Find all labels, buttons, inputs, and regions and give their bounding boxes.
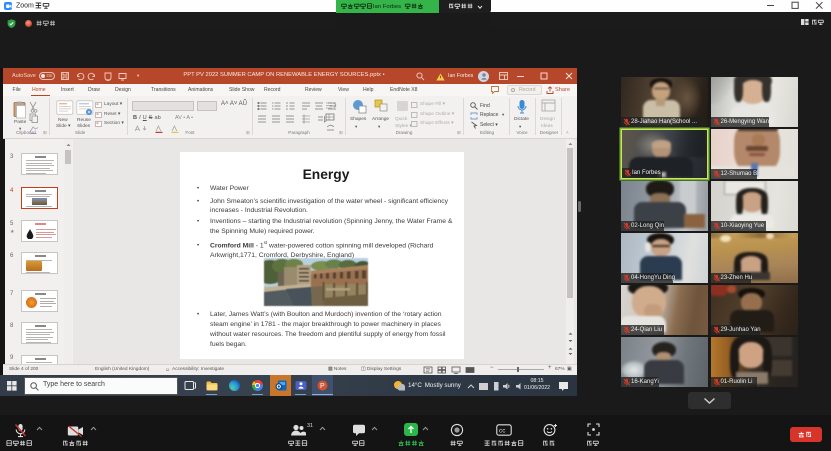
svg-text:cc: cc	[499, 428, 506, 435]
svg-text:Clipboard: Clipboard	[16, 130, 36, 135]
svg-text:P: P	[320, 383, 325, 390]
svg-text:Zoom: Zoom	[16, 3, 34, 10]
svg-text:Ian Forbes: Ian Forbes	[373, 4, 401, 10]
